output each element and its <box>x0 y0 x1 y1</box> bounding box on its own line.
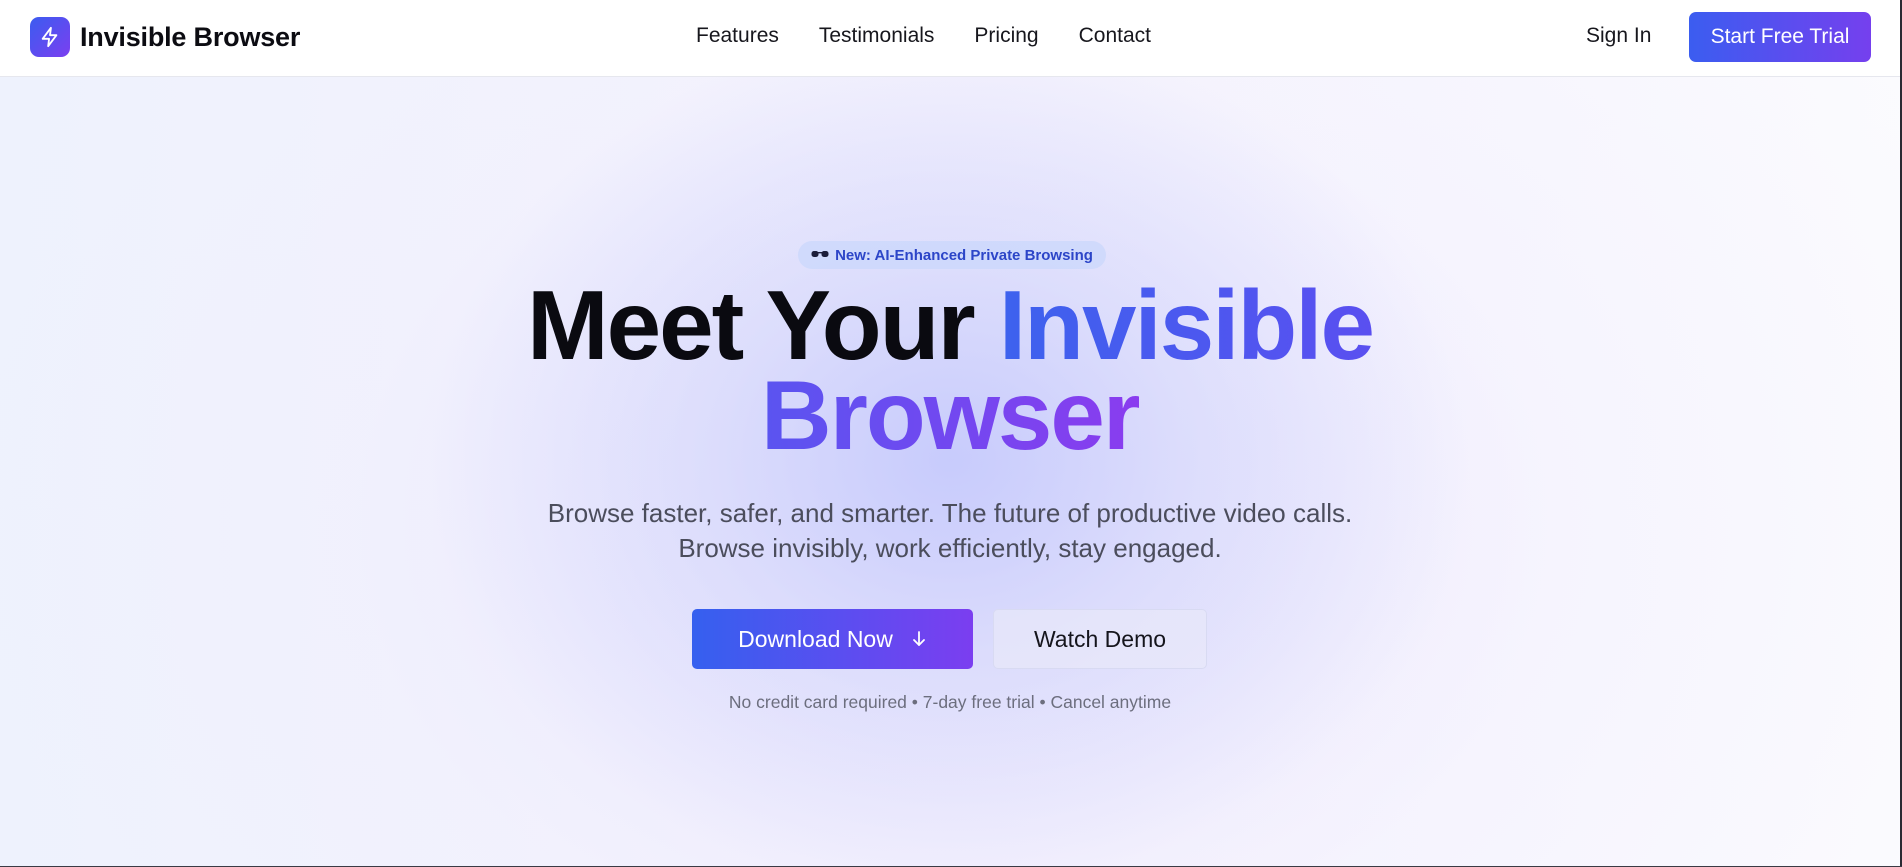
headline-line-2: Browser <box>0 360 1900 470</box>
nav-link-pricing[interactable]: Pricing <box>974 24 1038 48</box>
watch-demo-button[interactable]: Watch Demo <box>993 609 1207 669</box>
subtitle-line-1: Browse faster, safer, and smarter. The f… <box>547 498 1353 528</box>
trial-fineprint: No credit card required • 7-day free tri… <box>728 692 1172 712</box>
new-feature-badge: New: AI-Enhanced Private Browsing <box>798 241 1106 269</box>
lightning-bolt-icon <box>30 17 70 57</box>
hero-subtitle: Browse faster, safer, and smarter. The f… <box>0 496 1900 566</box>
cta-row: Download Now Watch Demo <box>692 609 1207 669</box>
download-now-button[interactable]: Download Now <box>692 609 973 669</box>
headline-part-3: Browser <box>760 360 1141 470</box>
arrow-down-icon <box>911 630 927 648</box>
nav-links: Features Testimonials Pricing Contact <box>696 24 1191 48</box>
badge-text: New: AI-Enhanced Private Browsing <box>835 246 1093 264</box>
top-navbar: Invisible Browser Features Testimonials … <box>0 0 1900 77</box>
nav-link-contact[interactable]: Contact <box>1079 24 1151 48</box>
sunglasses-icon <box>811 250 829 260</box>
nav-link-testimonials[interactable]: Testimonials <box>819 24 935 48</box>
hero-headline: Meet Your Invisible Browser <box>0 276 1900 470</box>
landing-page: Invisible Browser Features Testimonials … <box>0 0 1902 867</box>
start-free-trial-button[interactable]: Start Free Trial <box>1689 12 1871 62</box>
nav-link-features[interactable]: Features <box>696 24 779 48</box>
brand-logo[interactable]: Invisible Browser <box>30 17 300 57</box>
headline-line-1: Meet Your Invisible <box>0 276 1900 374</box>
download-button-label: Download Now <box>738 625 893 652</box>
subtitle-line-2: Browse invisibly, work efficiently, stay… <box>678 533 1222 563</box>
brand-name: Invisible Browser <box>80 21 301 52</box>
sign-in-link[interactable]: Sign In <box>1586 24 1651 48</box>
